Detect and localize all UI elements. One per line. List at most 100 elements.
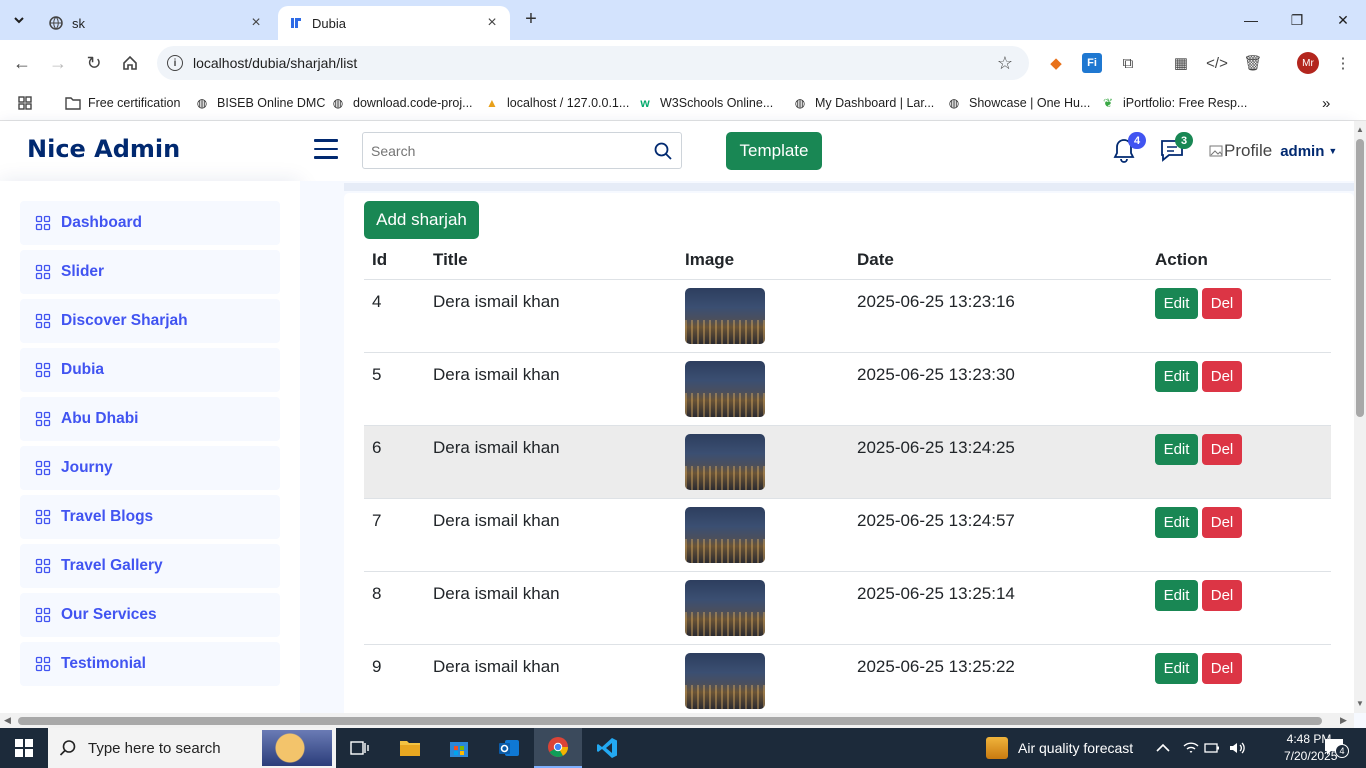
microsoft-store-icon[interactable] [435, 728, 483, 768]
edit-button[interactable]: Edit [1155, 580, 1198, 611]
windows-start-icon[interactable] [0, 728, 48, 768]
chrome-icon[interactable] [534, 728, 582, 768]
bookmark-item[interactable]: ▲ localhost / 127.0.0.1... [484, 93, 629, 113]
template-button[interactable]: Template [726, 132, 822, 170]
horizontal-scroll-thumb[interactable] [18, 717, 1322, 725]
sidebar-item-slider[interactable]: Slider [20, 250, 280, 294]
row-image [685, 507, 765, 563]
file-explorer-icon[interactable] [386, 728, 434, 768]
minimize-icon[interactable]: — [1228, 0, 1274, 40]
profile-dropdown[interactable]: Profile admin ▼ [1208, 141, 1337, 161]
browser-tab-dubia[interactable]: Dubia × [278, 6, 510, 40]
edit-button[interactable]: Edit [1155, 288, 1198, 319]
hamburger-menu-icon[interactable] [314, 139, 338, 161]
close-tab-icon[interactable]: × [484, 14, 500, 32]
sidebar-item-label: Travel Blogs [61, 508, 154, 525]
vscode-icon[interactable] [583, 728, 631, 768]
trash-icon[interactable]: 🗑 [1243, 53, 1263, 73]
column-header-id: Id [372, 250, 388, 269]
back-arrow-icon[interactable]: ← [10, 51, 34, 75]
add-sharjah-button[interactable]: Add sharjah [364, 201, 479, 239]
bookmark-item[interactable]: ◍ download.code-proj... [330, 93, 473, 113]
edit-button[interactable]: Edit [1155, 434, 1198, 465]
restore-icon[interactable]: ❐ [1274, 0, 1320, 40]
bookmark-item[interactable]: ❦ iPortfolio: Free Resp... [1100, 93, 1247, 113]
kebab-menu-icon[interactable]: ⋮ [1333, 53, 1353, 73]
sidebar-item-dubia[interactable]: Dubia [20, 348, 280, 392]
sidebar-item-travel-gallery[interactable]: Travel Gallery [20, 544, 280, 588]
bookmark-item[interactable]: ◍ Showcase | One Hu... [946, 93, 1091, 113]
notification-center-icon[interactable]: 4 [1324, 738, 1349, 758]
delete-button[interactable]: Del [1202, 507, 1242, 538]
scroll-right-arrow-icon[interactable]: ▶ [1340, 715, 1347, 726]
bookmark-item[interactable]: ◍ BISEB Online DMC [194, 93, 326, 113]
messages-chat-icon[interactable]: 3 [1159, 132, 1193, 164]
apps-grid-icon[interactable] [18, 93, 32, 113]
edit-button[interactable]: Edit [1155, 653, 1198, 684]
profile-avatar[interactable]: Mr [1297, 52, 1319, 74]
bookmark-item[interactable]: w W3Schools Online... [637, 93, 773, 113]
sidebar-item-dashboard[interactable]: Dashboard [20, 201, 280, 245]
sidebar-item-travel-blogs[interactable]: Travel Blogs [20, 495, 280, 539]
home-icon[interactable] [118, 51, 142, 75]
forward-arrow-icon[interactable]: → [46, 51, 70, 75]
site-info-icon[interactable]: i [167, 55, 183, 71]
delete-button[interactable]: Del [1202, 653, 1242, 684]
address-url[interactable]: localhost/dubia/sharjah/list [193, 55, 993, 71]
row-date: 2025-06-25 13:24:25 [857, 438, 1015, 457]
site-logo-icon [288, 15, 304, 31]
search-input[interactable] [363, 133, 645, 168]
scroll-left-arrow-icon[interactable]: ◀ [4, 715, 11, 726]
puzzle-extension-icon[interactable]: ⧉ [1118, 53, 1138, 73]
sidebar-item-discover-sharjah[interactable]: Discover Sharjah [20, 299, 280, 343]
row-title: Dera ismail khan [433, 292, 560, 311]
address-bar[interactable]: i localhost/dubia/sharjah/list ☆ [157, 46, 1029, 80]
delete-button[interactable]: Del [1202, 288, 1242, 319]
horizontal-scrollbar[interactable]: ◀ ▶ [0, 713, 1354, 728]
network-icon[interactable] [1182, 728, 1200, 768]
scroll-up-arrow-icon[interactable]: ▲ [1356, 125, 1364, 134]
edit-button[interactable]: Edit [1155, 507, 1198, 538]
delete-button[interactable]: Del [1202, 580, 1242, 611]
edit-button[interactable]: Edit [1155, 361, 1198, 392]
bookmarks-bar: Free certification ◍ BISEB Online DMC ◍ … [0, 86, 1366, 121]
sidebar-item-abu-dhabi[interactable]: Abu Dhabi [20, 397, 280, 441]
battery-plug-icon[interactable] [1204, 728, 1220, 768]
close-window-icon[interactable]: ✕ [1320, 0, 1366, 40]
sidebar-item-journy[interactable]: Journy [20, 446, 280, 490]
tab-search-chevron-icon[interactable] [7, 8, 31, 32]
vertical-scroll-thumb[interactable] [1356, 139, 1364, 417]
scroll-down-arrow-icon[interactable]: ▼ [1356, 699, 1364, 708]
fox-extension-icon[interactable]: ◆ [1046, 53, 1066, 73]
tray-chevron-up-icon[interactable] [1156, 728, 1170, 768]
delete-button[interactable]: Del [1202, 361, 1242, 392]
row-id: 5 [372, 365, 382, 384]
sidebar-item-testimonial[interactable]: Testimonial [20, 642, 280, 686]
bookmark-item[interactable]: Free certification [65, 93, 180, 113]
bookmark-star-icon[interactable]: ☆ [993, 53, 1017, 74]
vertical-scrollbar[interactable]: ▲ ▼ [1354, 121, 1366, 713]
card-top-strip [344, 183, 1354, 191]
app-logo[interactable]: Nice Admin [27, 135, 180, 163]
code-icon[interactable]: </> [1206, 53, 1228, 73]
task-view-icon[interactable] [336, 728, 384, 768]
sidebar: Dashboard Slider Discover Sharjah Dubia … [0, 181, 300, 713]
search-icon[interactable] [645, 142, 681, 160]
sidebar-item-our-services[interactable]: Our Services [20, 593, 280, 637]
browser-tab-sk[interactable]: sk × [38, 6, 274, 40]
volume-icon[interactable] [1228, 728, 1246, 768]
taskbar-search[interactable]: Type here to search [48, 728, 336, 768]
delete-button[interactable]: Del [1202, 434, 1242, 465]
reload-icon[interactable]: ↻ [82, 51, 106, 75]
close-tab-icon[interactable]: × [248, 14, 264, 32]
weather-widget[interactable]: Air quality forecast [986, 728, 1133, 768]
side-panel-icon[interactable]: ▦ [1171, 53, 1191, 73]
row-id: 9 [372, 657, 382, 676]
notifications-bell-icon[interactable]: 4 [1112, 132, 1146, 164]
outlook-icon[interactable] [485, 728, 533, 768]
ft-extension-icon[interactable]: Fi [1082, 53, 1102, 73]
new-tab-plus-icon[interactable]: + [520, 9, 542, 31]
more-bookmarks-chevron-icon[interactable]: » [1322, 93, 1330, 113]
bookmark-item[interactable]: ◍ My Dashboard | Lar... [792, 93, 935, 113]
row-title: Dera ismail khan [433, 584, 560, 603]
